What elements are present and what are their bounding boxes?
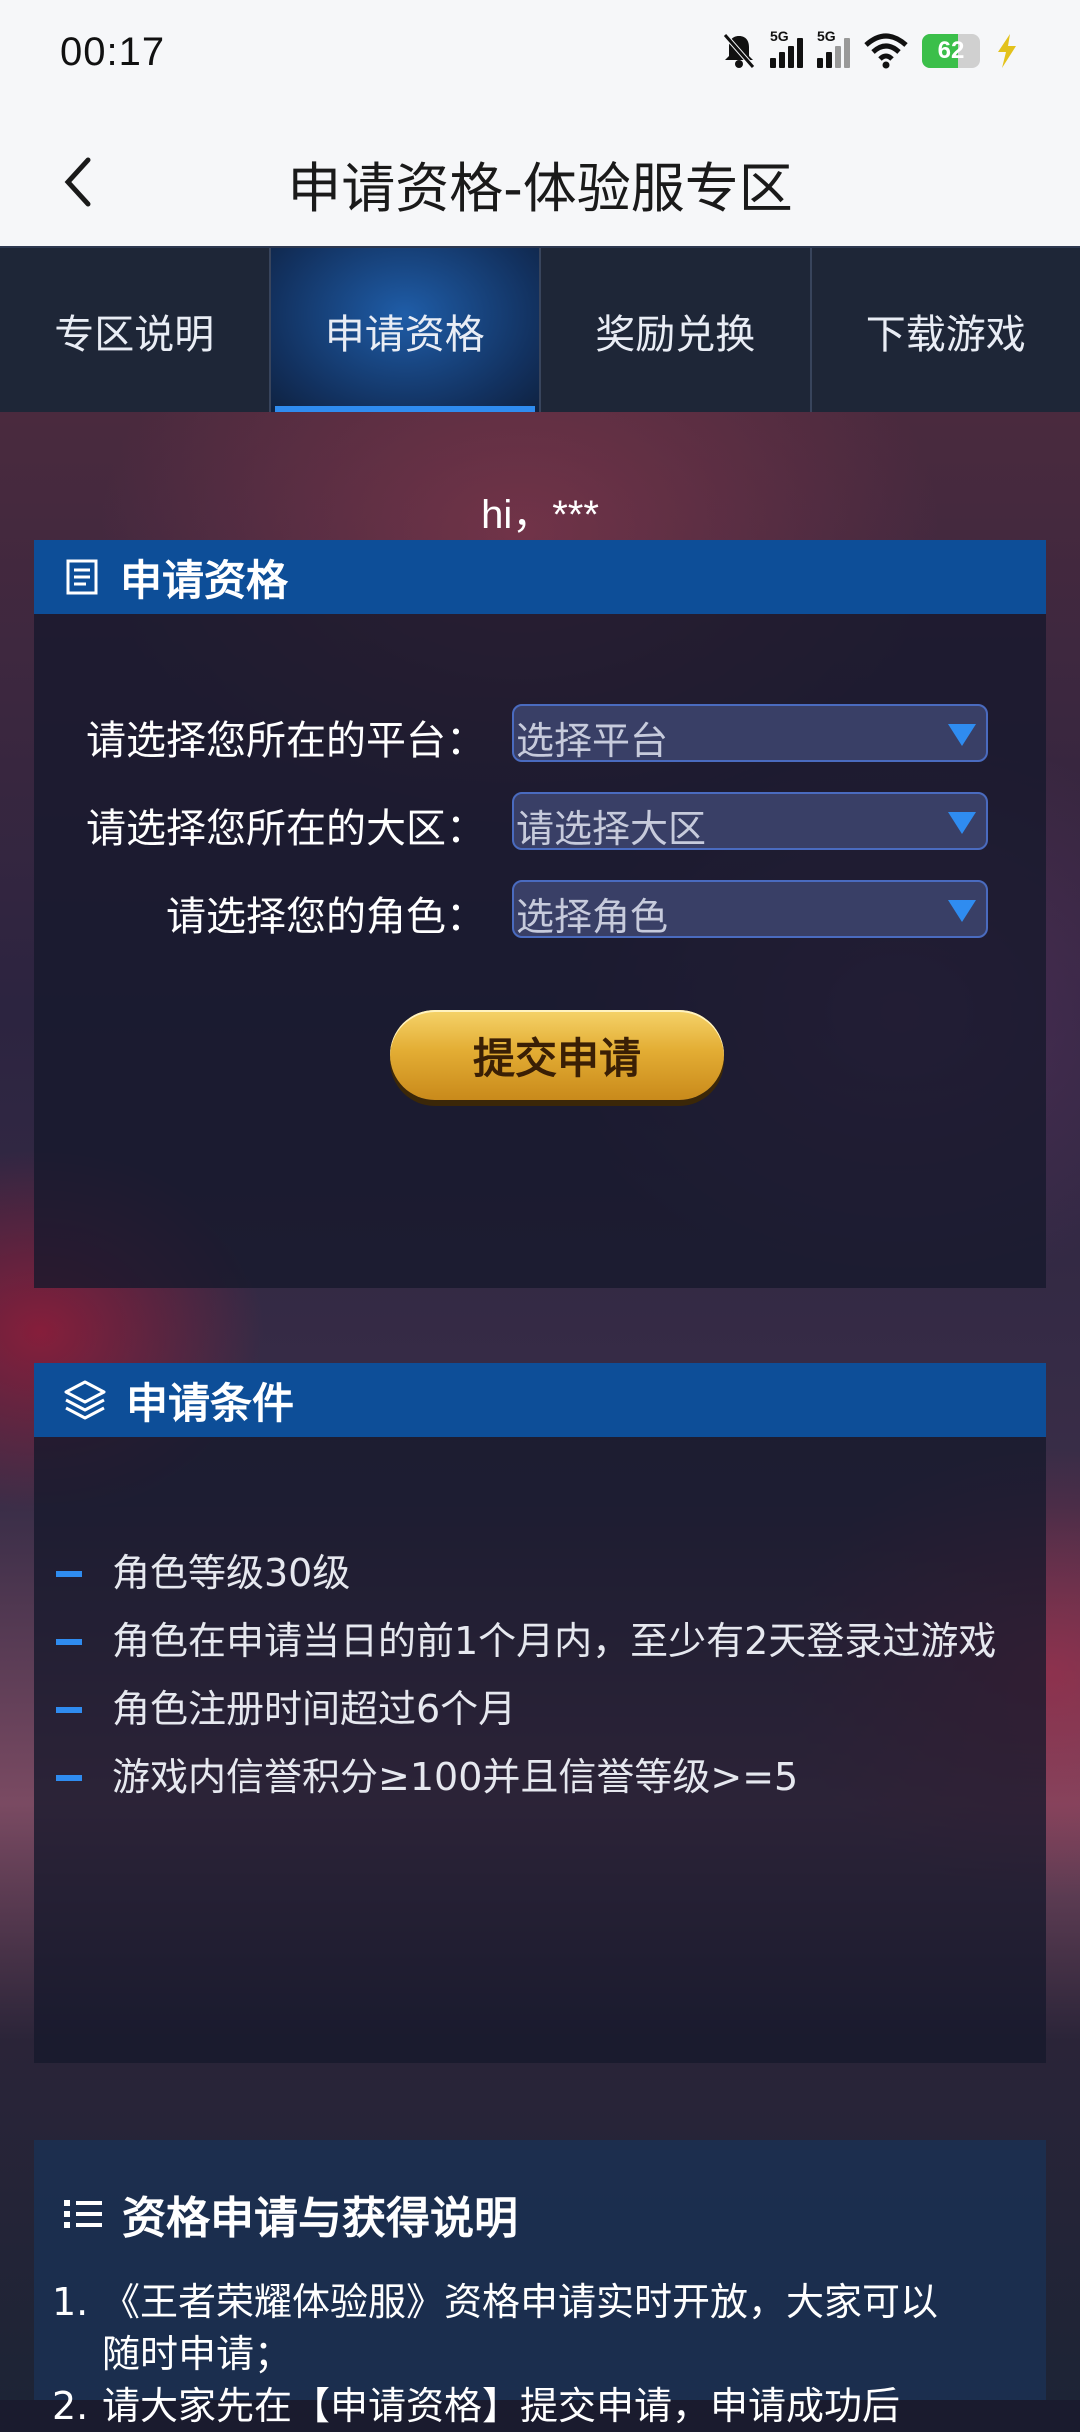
list-item: 角色等级30级 [34,1539,1046,1607]
net-type-1: 5G [770,28,789,44]
conditions-list: 角色等级30级 角色在申请当日的前1个月内，至少有2天登录过游戏 角色注册时间超… [34,1539,1046,1811]
condition-text: 角色注册时间超过6个月 [112,1687,516,1731]
layers-icon [62,1378,108,1422]
dash-bullet-icon [56,1639,82,1645]
list-icon [62,2196,104,2232]
region-row: 请选择您所在的大区： 请选择大区 [34,792,1046,852]
info-num-1: 1. [52,2276,102,2328]
apply-panel: 申请资格 请选择您所在的平台： 选择平台 请选择您所在的大区： 请选择大区 请选… [34,540,1046,1288]
info-panel-header: 资格申请与获得说明 [62,2182,518,2246]
submit-application-button[interactable]: 提交申请 [390,1010,724,1100]
tab-zone-intro[interactable]: 专区说明 [0,248,271,414]
list-item: 游戏内信誉积分≥100并且信誉等级>=5 [34,1743,1046,1811]
info-line-2-text: 请大家先在【申请资格】提交申请，申请成功后 [102,2384,900,2428]
conditions-panel: 申请条件 角色等级30级 角色在申请当日的前1个月内，至少有2天登录过游戏 角色… [34,1363,1046,2063]
platform-select-value: 选择平台 [516,710,668,765]
region-label: 请选择您所在的大区： [86,796,486,854]
status-bar: 00:17 5G 5G 62 [0,0,1080,118]
role-select-value: 选择角色 [516,886,668,941]
list-item: 角色注册时间超过6个月 [34,1675,1046,1743]
region-select[interactable]: 请选择大区 [512,792,988,850]
tab-bar: 专区说明 申请资格 奖励兑换 下载游戏 [0,246,1080,416]
platform-select[interactable]: 选择平台 [512,704,988,762]
status-icons: 5G 5G 62 [722,32,1020,70]
app-header: 申请资格-体验服专区 [0,118,1080,246]
info-panel-title: 资格申请与获得说明 [122,2182,518,2246]
info-panel: 资格申请与获得说明 1.《王者荣耀体验服》资格申请实时开放，大家可以 随时申请；… [34,2140,1046,2400]
tab-reward-exchange[interactable]: 奖励兑换 [541,248,812,414]
status-time: 00:17 [60,30,165,75]
region-select-value: 请选择大区 [516,798,706,853]
dropdown-arrow-icon [948,900,976,922]
charging-icon [994,34,1020,68]
battery-level: 62 [922,37,980,65]
info-line-2: 2.请大家先在【申请资格】提交申请，申请成功后 [52,2380,1022,2432]
platform-label: 请选择您所在的平台： [86,708,486,766]
info-line-1: 1.《王者荣耀体验服》资格申请实时开放，大家可以 [52,2276,1022,2328]
role-row: 请选择您的角色： 选择角色 [34,880,1046,940]
platform-row: 请选择您所在的平台： 选择平台 [34,704,1046,764]
condition-text: 游戏内信誉积分≥100并且信誉等级>=5 [112,1755,798,1799]
apply-panel-title: 申请资格 [120,547,288,608]
wifi-icon [864,33,908,69]
apply-panel-header: 申请资格 [34,540,1046,614]
document-icon [62,557,102,597]
greeting-text: hi，*** [0,482,1080,540]
conditions-panel-header: 申请条件 [34,1363,1046,1437]
dash-bullet-icon [56,1775,82,1781]
dropdown-arrow-icon [948,812,976,834]
signal-icon-2: 5G [817,34,850,68]
page-title: 申请资格-体验服专区 [0,144,1080,223]
signal-icon: 5G [770,34,803,68]
condition-text: 角色等级30级 [112,1551,350,1595]
info-text: 1.《王者荣耀体验服》资格申请实时开放，大家可以 随时申请； 2.请大家先在【申… [52,2276,1022,2432]
dash-bullet-icon [56,1707,82,1713]
mute-bell-icon [722,32,756,70]
dropdown-arrow-icon [948,724,976,746]
tab-download-game[interactable]: 下载游戏 [812,248,1080,414]
role-select[interactable]: 选择角色 [512,880,988,938]
condition-text: 角色在申请当日的前1个月内，至少有2天登录过游戏 [112,1619,996,1663]
conditions-panel-title: 申请条件 [126,1370,294,1431]
tab-apply-qualification[interactable]: 申请资格 [271,248,542,414]
battery-icon: 62 [922,34,980,68]
list-item: 角色在申请当日的前1个月内，至少有2天登录过游戏 [34,1607,1046,1675]
info-line-1-text: 《王者荣耀体验服》资格申请实时开放，大家可以 [102,2280,938,2324]
info-num-2: 2. [52,2380,102,2432]
dash-bullet-icon [56,1571,82,1577]
net-type-2: 5G [817,28,836,44]
role-label: 请选择您的角色： [166,884,486,942]
info-line-1b: 随时申请； [52,2328,1022,2380]
